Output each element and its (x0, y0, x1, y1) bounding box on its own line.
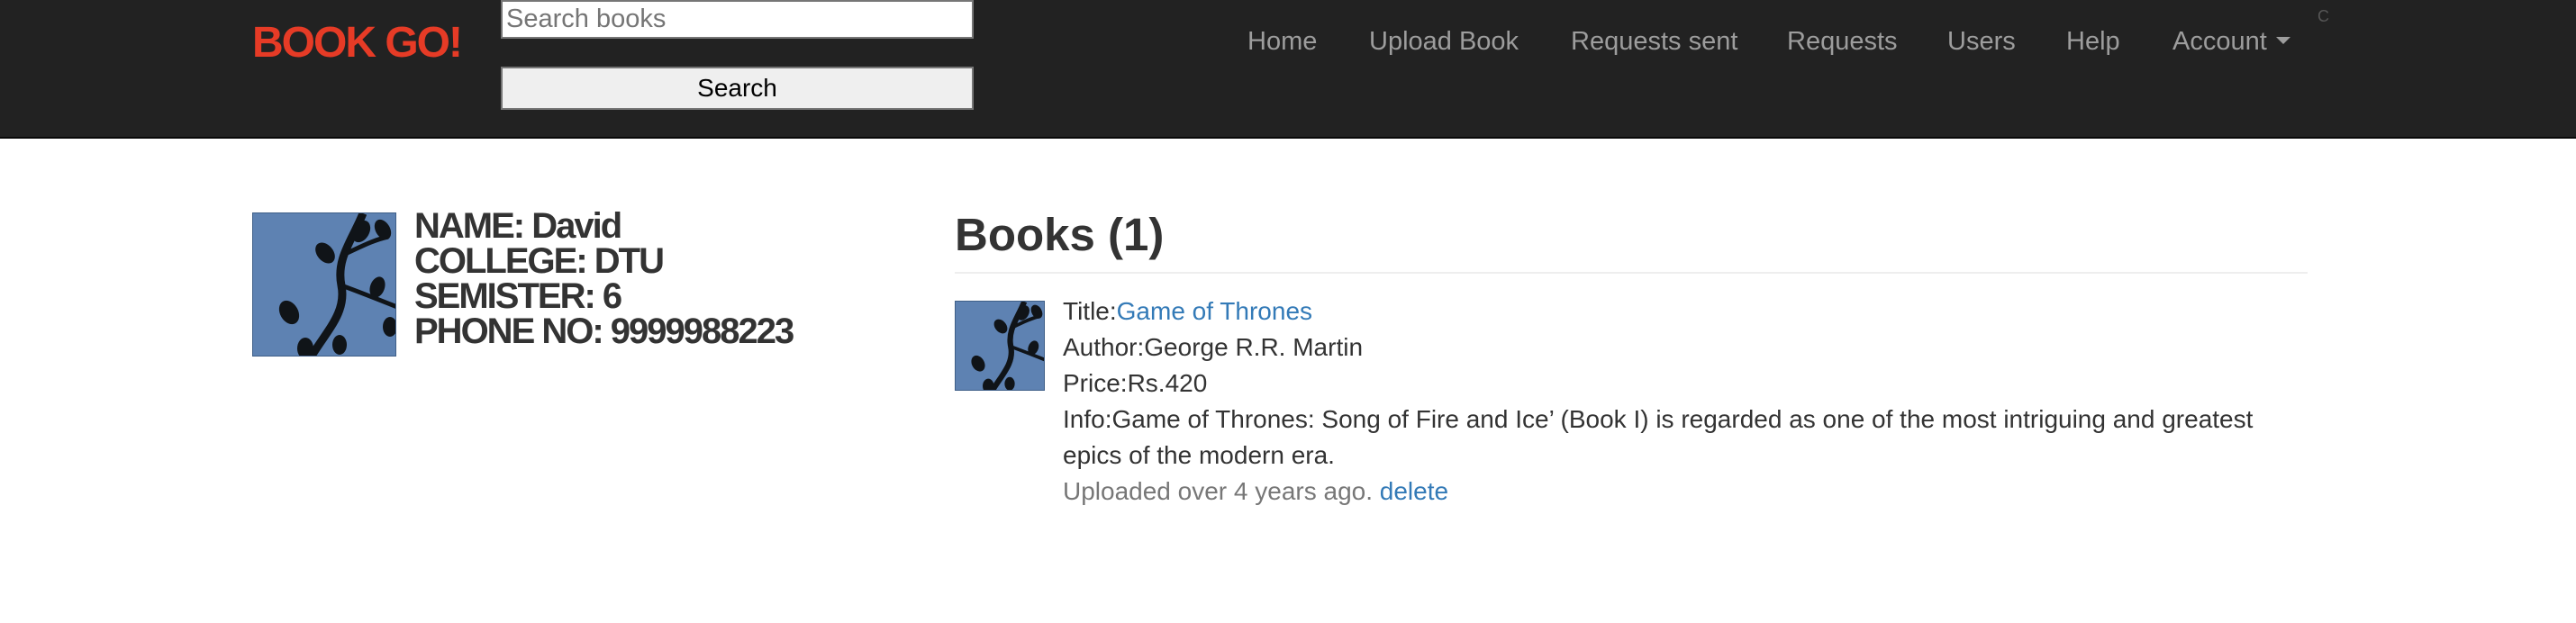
search-button[interactable]: Search (501, 67, 974, 110)
book-title-link[interactable]: Game of Thrones (1117, 297, 1312, 325)
nav-requests[interactable]: Requests (1787, 22, 1898, 61)
nav-help[interactable]: Help (2066, 22, 2120, 61)
book-info-row: Info:Game of Thrones: Song of Fire and I… (1063, 402, 2288, 474)
search-input[interactable] (501, 0, 974, 39)
nav-home[interactable]: Home (1247, 22, 1317, 61)
nav-account-dropdown[interactable]: Account (2172, 22, 2290, 61)
book-price-row: Price:Rs.420 (1063, 366, 2288, 402)
profile-phone: PHONE NO: 9999988223 (414, 312, 794, 351)
book-author-row: Author:George R.R. Martin (1063, 330, 2288, 366)
profile-name: NAME: David (414, 206, 622, 246)
book-info-label: Info: (1063, 405, 1112, 433)
book-price-label: Price: (1063, 369, 1128, 397)
tree-branch-image-icon (253, 213, 395, 356)
book-uploaded-time: Uploaded over 4 years ago. (1063, 477, 1373, 505)
nav-account-label: Account (2172, 27, 2267, 56)
book-info: Game of Thrones: Song of Fire and Ice’ (… (1063, 405, 2254, 469)
book-author-label: Author: (1063, 333, 1145, 361)
profile-semester: SEMISTER: 6 (414, 276, 622, 316)
books-heading: Books (1) (955, 209, 1165, 260)
book-thumbnail (955, 301, 1045, 391)
nav-users[interactable]: Users (1947, 22, 2016, 61)
delete-book-link[interactable]: delete (1380, 477, 1448, 505)
profile-college: COLLEGE: DTU (414, 241, 665, 281)
book-details: Title:Game of Thrones Author:George R.R.… (1063, 293, 2288, 510)
nav-requests-sent[interactable]: Requests sent (1571, 22, 1737, 61)
top-navbar: BOOK GO! Search Home Upload Book Request… (0, 0, 2576, 139)
profile-info: NAME: David COLLEGE: DTU SEMISTER: 6 PHO… (414, 206, 794, 351)
brand-logo[interactable]: BOOK GO! (252, 16, 463, 70)
book-author: George R.R. Martin (1144, 333, 1364, 361)
tree-branch-image-icon (956, 302, 1044, 390)
book-title-row: Title:Game of Thrones (1063, 293, 2288, 330)
book-price: Rs.420 (1127, 369, 1208, 397)
profile-avatar (252, 212, 396, 357)
book-title-label: Title: (1063, 297, 1117, 325)
book-meta-row: Uploaded over 4 years ago. delete (1063, 474, 2288, 510)
books-divider (955, 272, 2308, 274)
corner-mark: C (2317, 7, 2329, 25)
nav-upload-book[interactable]: Upload Book (1369, 22, 1519, 61)
caret-down-icon (2275, 37, 2290, 45)
